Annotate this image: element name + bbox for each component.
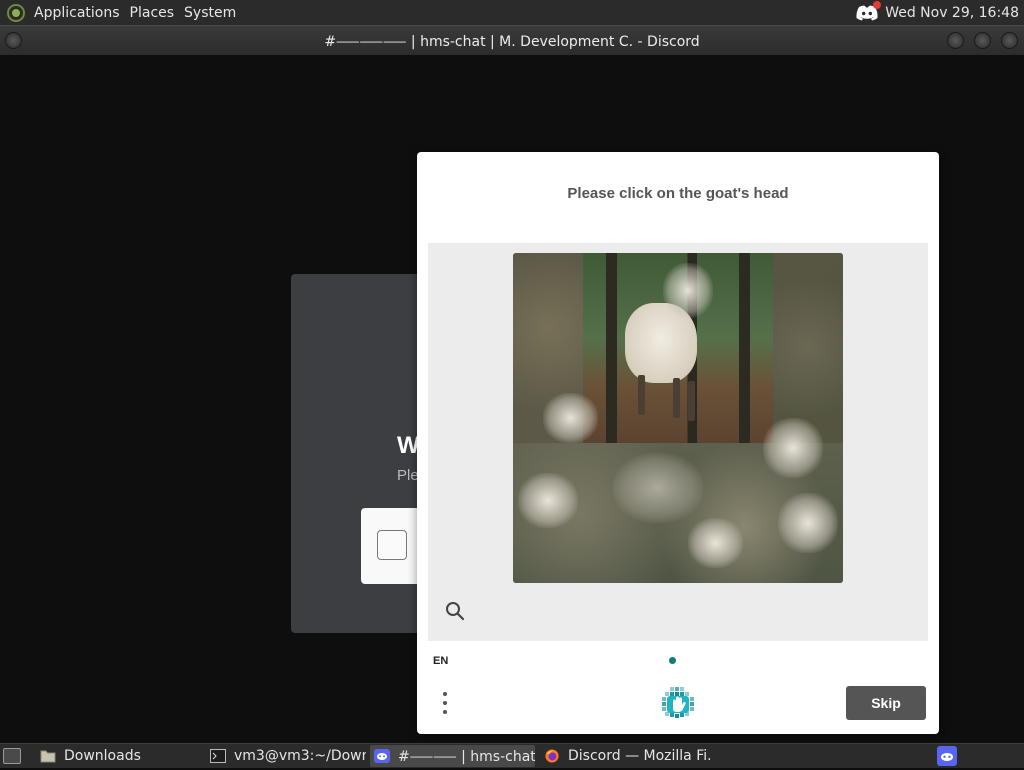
task-label: Downloads — [64, 748, 141, 764]
blurred-object — [778, 493, 838, 553]
challenge-image[interactable] — [513, 253, 843, 583]
blurred-object — [688, 518, 743, 568]
skip-button[interactable]: Skip — [846, 686, 926, 720]
language-selector[interactable]: EN — [433, 655, 448, 667]
terminal-icon — [210, 749, 226, 763]
task-label: vm3@vm3:~/Downl... — [234, 748, 366, 764]
blurred-object — [763, 418, 823, 478]
discord-icon — [374, 749, 390, 763]
maximize-button[interactable] — [974, 32, 991, 49]
task-terminal[interactable]: vm3@vm3:~/Downl... — [206, 745, 366, 767]
task-discord[interactable]: #⸺⸺ | hms-chat | ... — [370, 745, 535, 767]
challenge-prompt: Please click on the goat's head — [567, 185, 789, 202]
show-desktop-button[interactable] — [3, 748, 21, 764]
task-downloads[interactable]: Downloads — [36, 745, 202, 767]
close-button[interactable] — [1001, 32, 1018, 49]
clock[interactable]: Wed Nov 29, 16:48 — [885, 5, 1019, 21]
firefox-icon — [545, 749, 559, 763]
captcha-checkbox[interactable] — [377, 530, 407, 560]
captcha-challenge-dialog: Please click on the goat's head EN Skip — [417, 152, 939, 734]
menu-system[interactable]: System — [183, 5, 245, 21]
zoom-icon[interactable] — [445, 601, 465, 621]
blurred-object — [518, 473, 578, 528]
notification-badge — [873, 0, 882, 9]
goat-leg — [673, 378, 680, 418]
distractor-tile — [773, 253, 843, 443]
blurred-object — [543, 393, 598, 443]
bottom-taskbar: Downloads vm3@vm3:~/Downl... #⸺⸺ | hms-c… — [0, 743, 1024, 768]
progress-dot — [669, 657, 676, 664]
distro-logo-icon[interactable] — [7, 3, 25, 22]
discord-tray-icon[interactable] — [937, 746, 957, 766]
task-firefox[interactable]: Discord — Mozilla Fi... — [540, 745, 710, 767]
minimize-button[interactable] — [947, 32, 964, 49]
window-title: #⸺⸺⸺ | hms-chat | M. Development C. - Di… — [324, 33, 700, 50]
blurred-object — [663, 263, 713, 318]
goat-leg — [638, 375, 645, 415]
goat-leg — [688, 381, 695, 421]
verification-card: W Ple — [291, 274, 441, 633]
challenge-area — [428, 243, 928, 641]
window-title-bar[interactable]: #⸺⸺⸺ | hms-chat | M. Development C. - Di… — [0, 25, 1024, 55]
task-label: Discord — Mozilla Fi... — [568, 748, 710, 764]
task-label: #⸺⸺ | hms-chat | ... — [398, 749, 535, 765]
menu-applications[interactable]: Applications — [33, 5, 129, 21]
verification-subtitle: Ple — [397, 467, 419, 484]
hcaptcha-logo-icon — [661, 686, 695, 720]
menu-places[interactable]: Places — [129, 5, 184, 21]
more-options-icon[interactable] — [439, 692, 451, 718]
top-panel: Applications Places System Wed Nov 29, 1… — [0, 0, 1024, 25]
blurred-object — [613, 453, 703, 523]
folder-icon — [40, 750, 56, 763]
window-menu-button[interactable] — [5, 32, 22, 49]
discord-tray-icon[interactable] — [855, 0, 882, 22]
